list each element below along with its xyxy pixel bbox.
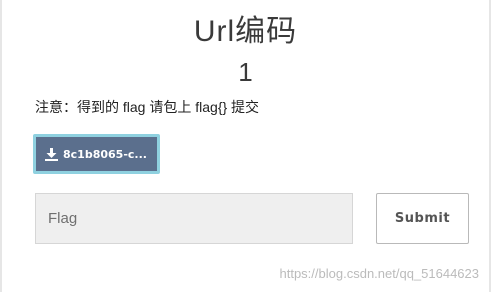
download-file-label: 8c1b8065-c...	[63, 147, 147, 161]
flag-input[interactable]	[35, 193, 353, 244]
submit-button[interactable]: Submit	[376, 193, 469, 244]
download-icon	[45, 147, 58, 161]
challenge-notice: 注意：得到的 flag 请包上 flag{} 提交	[35, 99, 260, 115]
watermark-text: https://blog.csdn.net/qq_51644623	[279, 266, 480, 281]
challenge-title: Url编码	[193, 15, 298, 48]
challenge-modal: Url编码 1 注意：得到的 flag 请包上 flag{} 提交 8c1b80…	[0, 0, 491, 292]
file-download-button[interactable]: 8c1b8065-c...	[33, 134, 160, 174]
challenge-points: 1	[238, 57, 253, 87]
